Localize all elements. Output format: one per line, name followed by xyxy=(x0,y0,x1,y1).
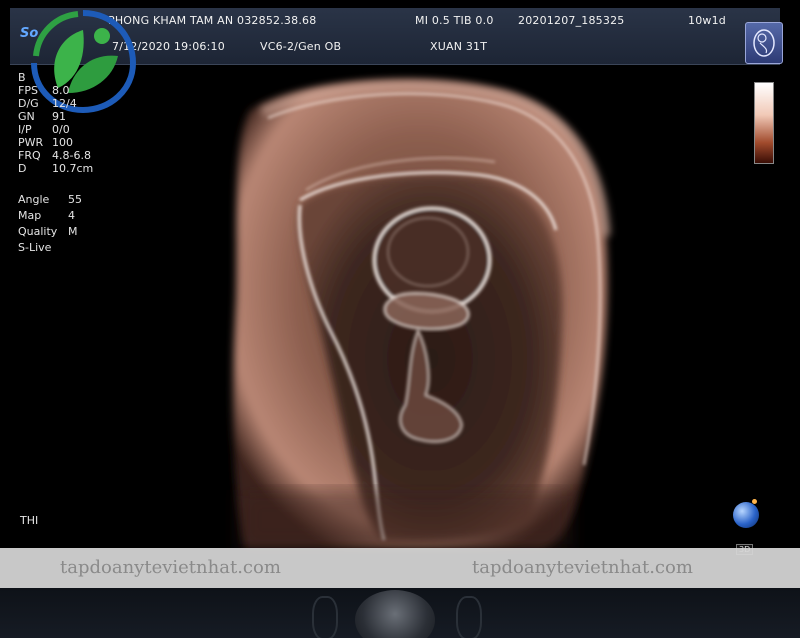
probe-preset: VC6-2/Gen OB xyxy=(260,40,342,53)
patient-name: XUAN 31T xyxy=(430,40,488,53)
mode-label: THI xyxy=(20,514,39,527)
param-row: Angle 55 xyxy=(18,193,82,206)
fetus-probe-icon[interactable] xyxy=(745,22,783,64)
param-row: PWR 100 xyxy=(18,136,73,149)
param-row: GN 91 xyxy=(18,110,66,123)
param-row: Quality M xyxy=(18,225,78,238)
param-row: Map 4 xyxy=(18,209,75,222)
watermark-text: tapdoanytevietnhat.com xyxy=(60,557,281,578)
param-row: I/P 0/0 xyxy=(18,123,70,136)
param-row: B xyxy=(18,71,26,84)
param-row: FPS 8.0 xyxy=(18,84,70,97)
orientation-marker xyxy=(752,499,757,504)
param-row: D/G 12/4 xyxy=(18,97,77,110)
param-row: D 10.7cm xyxy=(18,162,94,175)
orientation-ball-icon[interactable] xyxy=(733,502,759,528)
safety-indices: MI 0.5 TIB 0.0 xyxy=(415,14,494,27)
param-row: S-Live xyxy=(18,241,52,254)
file-id: 20201207_185325 xyxy=(518,14,625,27)
gray-scale-bar xyxy=(754,82,774,164)
gestational-age: 10w1d xyxy=(688,14,726,27)
console-ring-right xyxy=(456,596,482,638)
console-ring-left xyxy=(312,596,338,638)
ultrasound-screen: So PHONG KHAM TAM AN 032852.38.68 7/12/2… xyxy=(0,0,800,638)
param-row: FRQ 4.8-6.8 xyxy=(18,149,91,162)
watermark-text: tapdoanytevietnhat.com xyxy=(472,557,693,578)
clinic-name: PHONG KHAM TAM AN 032852.38.68 xyxy=(108,14,317,27)
